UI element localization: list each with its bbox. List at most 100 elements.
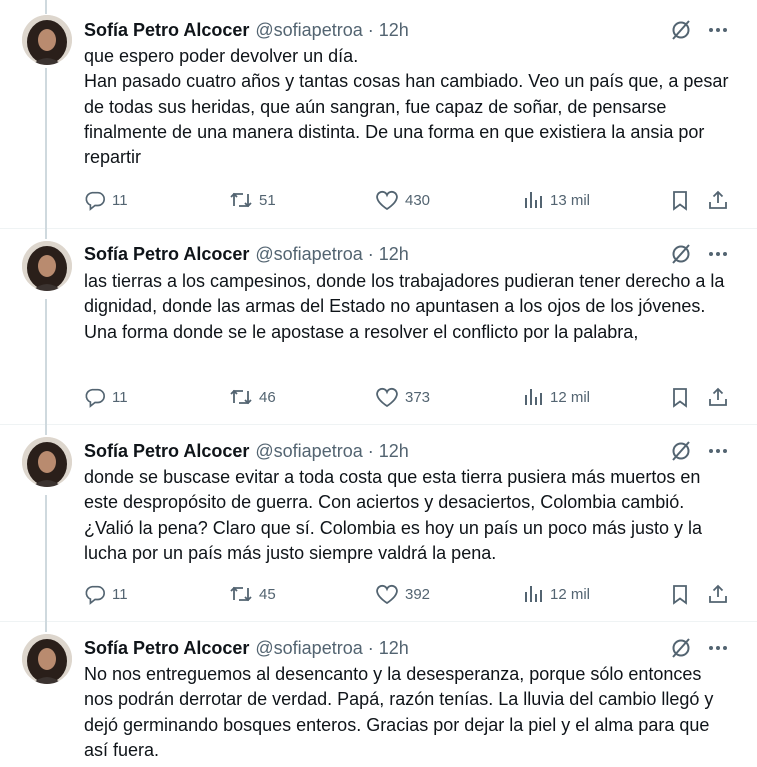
share-button[interactable] <box>707 189 729 211</box>
like-button[interactable]: 430 <box>375 189 430 211</box>
retweet-button[interactable]: 45 <box>229 583 276 605</box>
reply-count: 11 <box>112 388 128 406</box>
bookmark-icon <box>673 585 687 605</box>
tweet-text: que espero poder devolver un día. Han pa… <box>84 44 734 170</box>
bookmark-icon <box>673 388 687 408</box>
reply-button[interactable]: 11 <box>84 189 128 211</box>
share-icon <box>709 584 727 603</box>
grok-slash-circle-icon[interactable] <box>669 18 693 42</box>
retweet-button[interactable]: 51 <box>229 189 276 211</box>
author-handle[interactable]: @sofiapetroa <box>255 20 362 41</box>
bookmark-icon <box>673 191 687 211</box>
reply-icon <box>85 191 105 211</box>
share-button[interactable] <box>707 386 729 408</box>
bookmark-button[interactable] <box>669 189 691 211</box>
like-button[interactable]: 392 <box>375 583 430 605</box>
thread-connector-line <box>45 425 47 435</box>
more-horizontal-icon[interactable] <box>707 440 729 462</box>
tweet-paragraph: donde se buscase evitar a toda costa que… <box>84 467 703 563</box>
retweet-button[interactable]: 46 <box>229 386 276 408</box>
thread-connector-line <box>45 0 47 14</box>
tweet-actions: 11 46 373 12 mil <box>84 385 734 409</box>
tweet-actions: 11 51 430 13 mil <box>84 188 734 212</box>
views-bar-chart-icon <box>525 192 542 208</box>
like-count: 392 <box>405 585 431 603</box>
tweet-paragraph: Han pasado cuatro años y tantas cosas ha… <box>84 71 729 168</box>
heart-icon <box>376 387 398 408</box>
share-button[interactable] <box>707 583 729 605</box>
like-button[interactable]: 373 <box>375 386 430 408</box>
separator-dot: · <box>367 440 374 461</box>
thread-timeline: Sofía Petro Alcocer @sofiapetroa · 12h q… <box>0 0 757 767</box>
separator-dot: · <box>367 637 374 658</box>
timestamp[interactable]: 12h <box>379 441 409 462</box>
views-count: 12 mil <box>550 585 591 603</box>
retweet-count: 45 <box>259 585 276 603</box>
separator-dot: · <box>367 243 374 264</box>
bookmark-button[interactable] <box>669 386 691 408</box>
author-handle[interactable]: @sofiapetroa <box>255 441 362 462</box>
author-handle[interactable]: @sofiapetroa <box>255 638 362 659</box>
reply-count: 11 <box>112 585 128 603</box>
grok-slash-circle-icon[interactable] <box>669 636 693 660</box>
more-horizontal-icon[interactable] <box>707 243 729 265</box>
tweet[interactable]: Sofía Petro Alcocer @sofiapetroa · 12h N… <box>0 622 757 767</box>
bookmark-button[interactable] <box>669 583 691 605</box>
heart-icon <box>376 190 398 211</box>
avatar[interactable] <box>22 437 72 487</box>
reply-icon <box>85 585 105 605</box>
heart-icon <box>376 584 398 605</box>
tweet-header: Sofía Petro Alcocer @sofiapetroa · 12h <box>84 636 409 660</box>
tweet-paragraph: No nos entreguemos al desencanto y la de… <box>84 664 714 760</box>
views-bar-chart-icon <box>525 586 542 602</box>
views-button[interactable]: 12 mil <box>522 583 590 605</box>
retweet-icon <box>230 389 252 405</box>
reply-button[interactable]: 11 <box>84 583 128 605</box>
views-count: 12 mil <box>550 388 591 406</box>
author-handle[interactable]: @sofiapetroa <box>255 244 362 265</box>
reply-button[interactable]: 11 <box>84 386 128 408</box>
tweet-paragraph: que espero poder devolver un día. <box>84 46 359 66</box>
views-button[interactable]: 12 mil <box>522 386 590 408</box>
views-count: 13 mil <box>550 191 591 209</box>
tweet-text: No nos entreguemos al desencanto y la de… <box>84 662 734 763</box>
thread-connector-line <box>45 229 47 239</box>
views-bar-chart-icon <box>525 389 542 405</box>
grok-slash-circle-icon[interactable] <box>669 242 693 266</box>
more-horizontal-icon[interactable] <box>707 637 729 659</box>
timestamp[interactable]: 12h <box>379 638 409 659</box>
more-horizontal-icon[interactable] <box>707 19 729 41</box>
author-name[interactable]: Sofía Petro Alcocer <box>84 441 249 462</box>
tweet-text: las tierras a los campesinos, donde los … <box>84 269 734 345</box>
author-name[interactable]: Sofía Petro Alcocer <box>84 244 249 265</box>
author-name[interactable]: Sofía Petro Alcocer <box>84 20 249 41</box>
views-button[interactable]: 13 mil <box>522 189 590 211</box>
retweet-icon <box>230 192 252 208</box>
avatar[interactable] <box>22 634 72 684</box>
grok-slash-circle-icon[interactable] <box>669 439 693 463</box>
timestamp[interactable]: 12h <box>379 244 409 265</box>
reply-icon <box>85 388 105 408</box>
thread-connector-line <box>45 622 47 632</box>
separator-dot: · <box>367 19 374 40</box>
thread-connector-line <box>45 299 47 425</box>
tweet-header: Sofía Petro Alcocer @sofiapetroa · 12h <box>84 18 409 42</box>
author-name[interactable]: Sofía Petro Alcocer <box>84 638 249 659</box>
tweet-actions: 11 45 392 12 mil <box>84 582 734 606</box>
share-icon <box>709 387 727 406</box>
retweet-icon <box>230 586 252 602</box>
reply-count: 11 <box>112 191 128 209</box>
like-count: 430 <box>405 191 431 209</box>
avatar[interactable] <box>22 241 72 291</box>
timestamp[interactable]: 12h <box>379 20 409 41</box>
share-icon <box>709 190 727 209</box>
retweet-count: 51 <box>259 191 276 209</box>
tweet[interactable]: Sofía Petro Alcocer @sofiapetroa · 12h q… <box>0 0 757 229</box>
thread-connector-line <box>45 68 47 229</box>
tweet-paragraph: las tierras a los campesinos, donde los … <box>84 271 725 342</box>
tweet[interactable]: Sofía Petro Alcocer @sofiapetroa · 12h l… <box>0 229 757 425</box>
tweet-header: Sofía Petro Alcocer @sofiapetroa · 12h <box>84 242 409 266</box>
avatar[interactable] <box>22 15 72 65</box>
tweet-text: donde se buscase evitar a toda costa que… <box>84 465 734 566</box>
tweet[interactable]: Sofía Petro Alcocer @sofiapetroa · 12h d… <box>0 425 757 622</box>
